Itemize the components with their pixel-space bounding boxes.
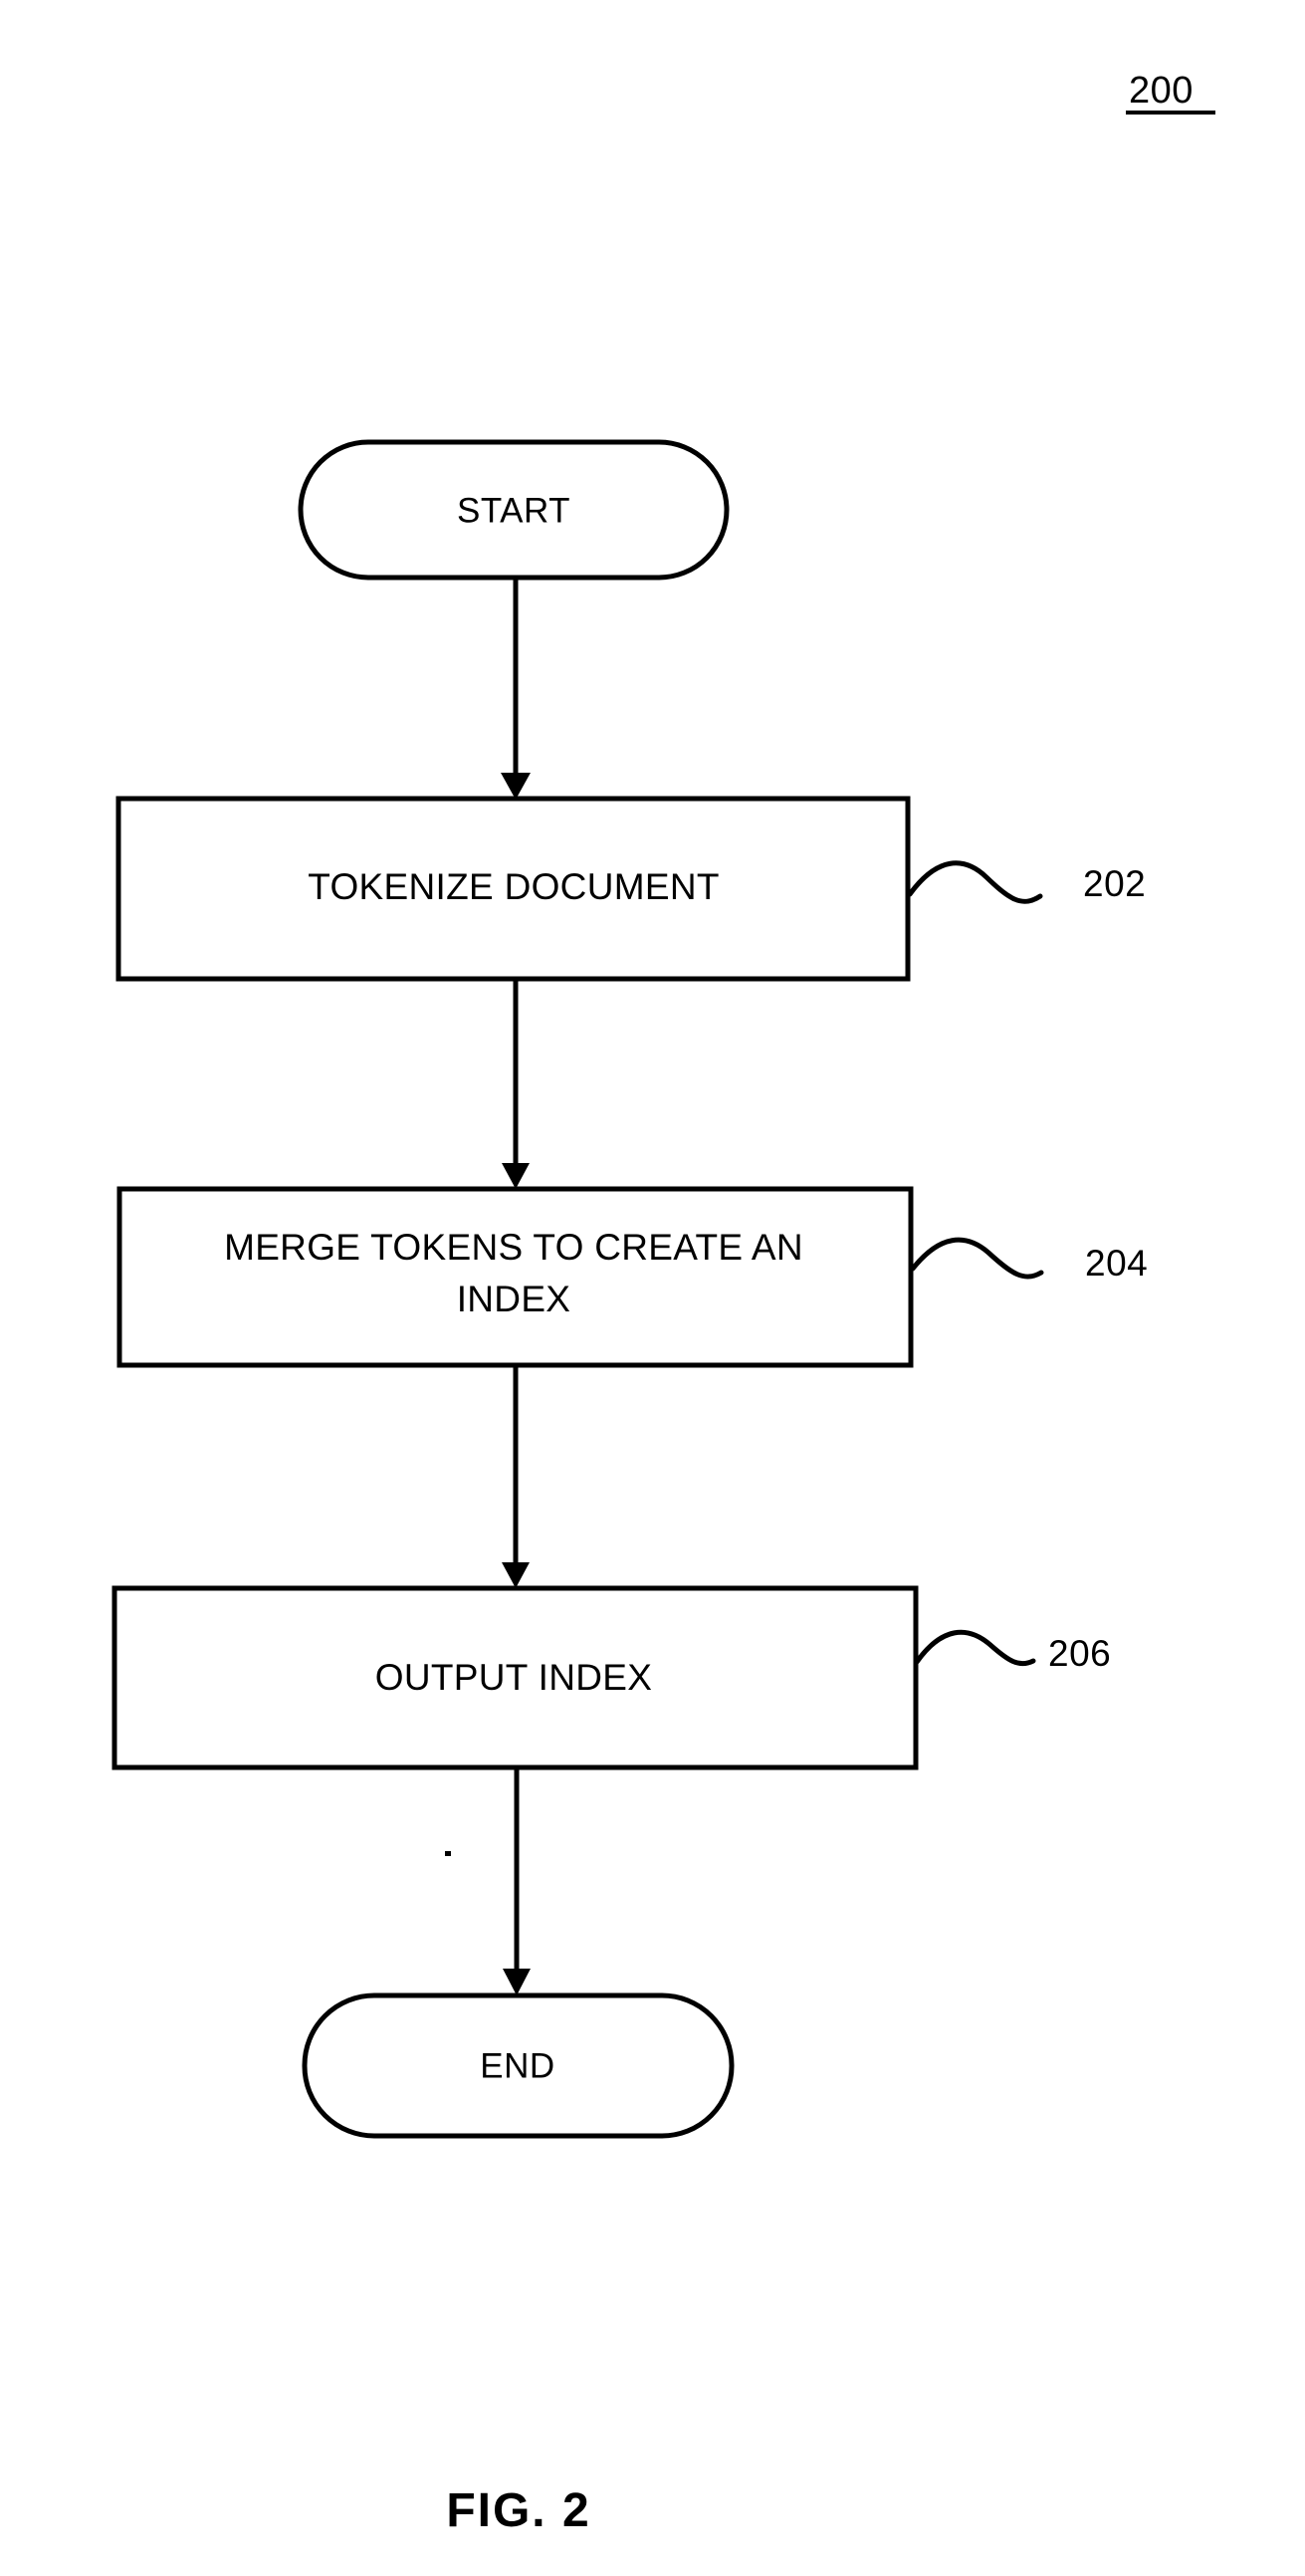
- arrowhead-merge-to-output: [502, 1562, 530, 1588]
- node-merge-shape: [116, 1186, 914, 1368]
- leader-line-204: [910, 1237, 1044, 1280]
- node-merge-label-line1: MERGE TOKENS TO CREATE AN: [224, 1227, 803, 1268]
- node-output-label: OUTPUT INDEX: [375, 1657, 652, 1698]
- arrowhead-output-to-end: [503, 1969, 531, 1995]
- node-merge-label-line2: INDEX: [457, 1279, 571, 1319]
- node-start-label: START: [457, 491, 570, 530]
- scan-speck-artifact: [445, 1851, 451, 1856]
- flowchart-canvas: 200 START TOKENIZE DOCUMENT 202 MERGE TO…: [111, 70, 1215, 2537]
- patent-figure-page: 200 START TOKENIZE DOCUMENT 202 MERGE TO…: [0, 0, 1305, 2576]
- leader-line-202: [907, 860, 1043, 904]
- reference-number-202: 202: [1083, 863, 1146, 904]
- reference-number-204: 204: [1085, 1243, 1148, 1284]
- figure-caption: FIG. 2: [446, 2484, 590, 2537]
- node-tokenize-label: TOKENIZE DOCUMENT: [308, 866, 720, 907]
- arrowhead-tokenize-to-merge: [502, 1163, 530, 1189]
- reference-number-206: 206: [1048, 1633, 1111, 1674]
- arrowhead-start-to-tokenize: [501, 773, 531, 800]
- node-end-label: END: [480, 2046, 554, 2085]
- leader-line-206: [914, 1629, 1036, 1667]
- sheet-reference-number: 200: [1129, 70, 1194, 112]
